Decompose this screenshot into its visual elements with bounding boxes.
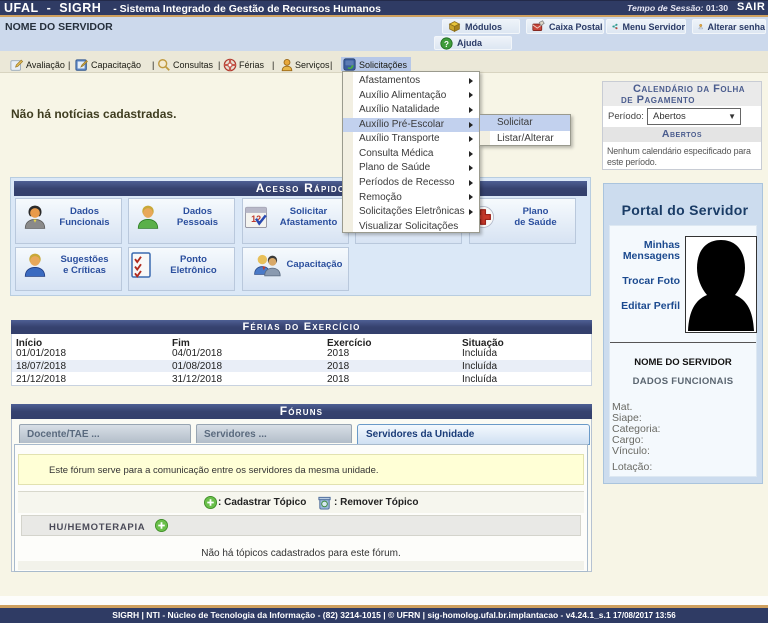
svg-text:?: ? (444, 39, 449, 48)
